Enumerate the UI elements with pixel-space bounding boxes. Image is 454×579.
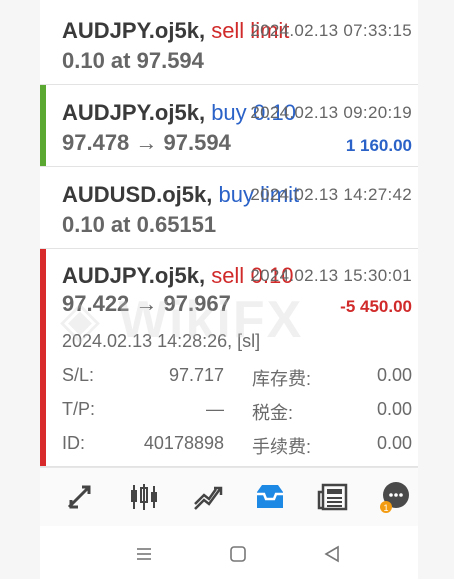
trade-time: 2024.02.13 07:33:15 — [250, 21, 412, 40]
news-icon[interactable] — [316, 480, 352, 514]
trade-detail-row: 97.478 → 97.594 1 160.00 — [62, 130, 412, 156]
commission-value: 0.00 — [376, 433, 412, 453]
trade-time: 2024.02.13 09:20:19 — [250, 103, 412, 122]
chat-icon[interactable]: 1 — [376, 480, 412, 514]
system-navigation-bar — [40, 528, 418, 579]
trade-profit: 1 160.00 — [345, 136, 412, 155]
trade-symbol: AUDJPY.oj5k — [62, 263, 199, 288]
open-time: 2024.02.13 14:28:26, [sl] — [62, 331, 261, 351]
quotes-icon[interactable] — [62, 480, 98, 514]
tp-value: — — [206, 399, 224, 419]
separator: , — [198, 263, 212, 288]
tp-label: T/P: — [62, 399, 96, 419]
trade-row[interactable]: AUDUSD.oj5k, buy limit 2024.02.13 14:27:… — [40, 167, 418, 249]
chat-badge-count: 1 — [383, 503, 388, 513]
trade-profit: -5 450.00 — [340, 297, 412, 316]
bottom-toolbar: 1 — [40, 467, 418, 526]
left-margin — [0, 0, 40, 579]
separator: , — [198, 100, 212, 125]
trade-detail-row: 0.10 at 0.65151 — [62, 212, 412, 238]
separator: , — [198, 18, 212, 43]
trade-header: AUDUSD.oj5k, buy limit 2024.02.13 14:27:… — [62, 182, 412, 208]
trade-detail-row: 0.10 at 97.594 — [62, 48, 412, 74]
id-value: 40178898 — [143, 433, 224, 453]
trade-history-screen: AUDJPY.oj5k, sell limit 2024.02.13 07:33… — [40, 0, 418, 579]
trade-header: AUDJPY.oj5k, sell 0.10 2024.02.13 15:30:… — [62, 263, 412, 289]
trade-side: buy — [211, 100, 247, 125]
loss-accent-bar — [40, 249, 46, 466]
trade-header: AUDJPY.oj5k, buy 0.10 2024.02.13 09:20:1… — [62, 100, 412, 126]
trade-icon[interactable] — [190, 480, 226, 514]
trade-row[interactable]: AUDJPY.oj5k, sell limit 2024.02.13 07:33… — [40, 0, 418, 85]
trade-symbol: AUDJPY.oj5k — [62, 100, 199, 125]
profit-accent-bar — [40, 85, 46, 166]
id-label: ID: — [62, 433, 86, 453]
history-icon[interactable] — [252, 480, 288, 514]
back-icon[interactable] — [320, 542, 344, 566]
sl-value: 97.717 — [168, 365, 224, 385]
open-time-row: 2024.02.13 14:28:26, [sl] — [62, 331, 412, 355]
sl-label: S/L: — [62, 365, 95, 385]
trade-symbol: AUDJPY.oj5k — [62, 18, 199, 43]
trade-side: sell — [211, 263, 245, 288]
sl-row: S/L: 97.717 库存费: 0.00 — [62, 365, 412, 389]
home-icon[interactable] — [226, 542, 250, 566]
chart-icon[interactable] — [126, 480, 162, 514]
tp-row: T/P: — 税金: 0.00 — [62, 399, 412, 423]
trade-detail-row: 97.422 → 97.967 -5 450.00 — [62, 291, 412, 317]
trade-row-expanded[interactable]: AUDJPY.oj5k, sell 0.10 2024.02.13 15:30:… — [40, 249, 418, 467]
trade-detail: 0.10 at 97.594 — [62, 48, 204, 73]
trade-detail: 0.10 at 0.65151 — [62, 212, 217, 237]
commission-label: 手续费: — [252, 437, 312, 457]
trade-time: 2024.02.13 15:30:01 — [250, 266, 412, 285]
taxes-label: 税金: — [252, 403, 294, 423]
menu-icon[interactable] — [132, 542, 156, 566]
taxes-value: 0.00 — [376, 399, 412, 419]
trade-detail: 97.478 → 97.594 — [62, 130, 231, 155]
trade-time: 2024.02.13 14:27:42 — [250, 185, 412, 204]
separator: , — [206, 182, 219, 207]
trade-symbol: AUDUSD.oj5k — [62, 182, 207, 207]
trade-header: AUDJPY.oj5k, sell limit 2024.02.13 07:33… — [62, 18, 412, 44]
id-row: ID: 40178898 手续费: 0.00 — [62, 433, 412, 457]
swap-label: 库存费: — [252, 369, 312, 389]
trade-detail: 97.422 → 97.967 — [62, 291, 231, 316]
trade-row[interactable]: AUDJPY.oj5k, buy 0.10 2024.02.13 09:20:1… — [40, 85, 418, 167]
right-margin — [418, 0, 454, 579]
swap-value: 0.00 — [376, 365, 412, 385]
